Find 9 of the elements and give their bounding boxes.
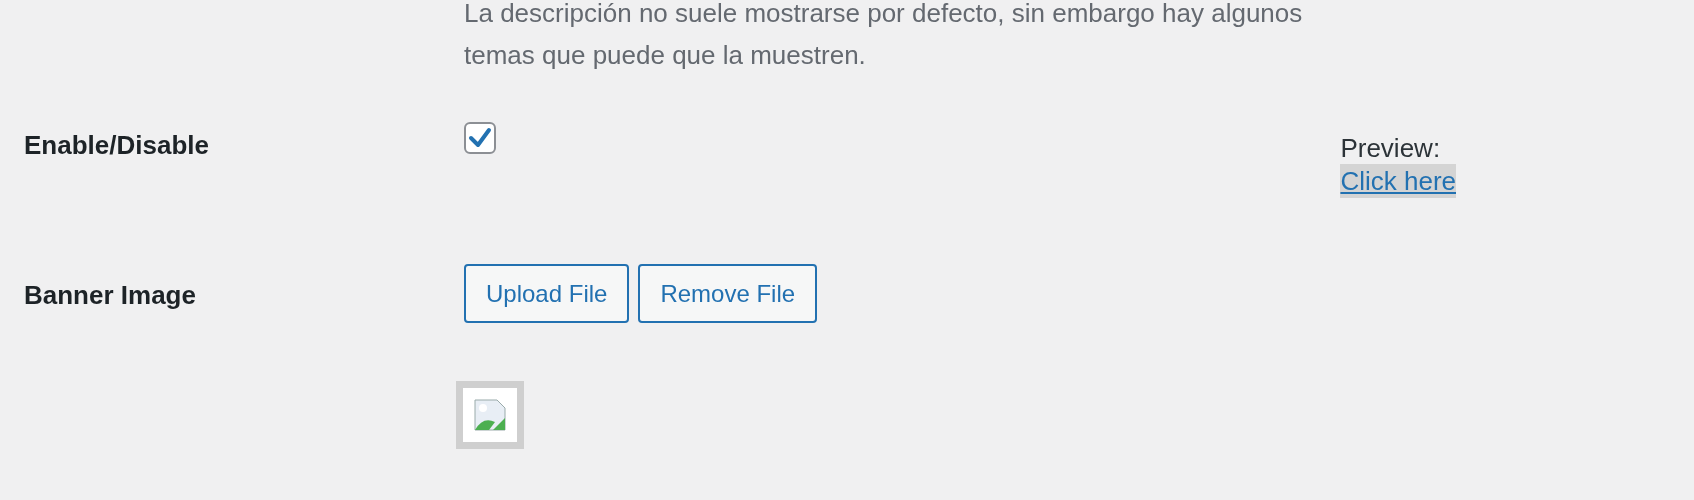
- preview-link[interactable]: Click here: [1340, 164, 1456, 198]
- broken-image-icon: [456, 381, 524, 449]
- file-button[interactable]: Remove File: [638, 264, 818, 323]
- description-text: La descripción no suele mostrarse por defecto, sin embargo hay algunos temas que puede que la muestren.: [464, 0, 1304, 72]
- field-label: Banner Image: [23, 279, 197, 312]
- preview-label: Preview:: [1340, 132, 1442, 164]
- file-button[interactable]: Upload File: [464, 264, 630, 323]
- field-label: Enable/Disable: [23, 129, 210, 162]
- enable-checkbox[interactable]: [464, 122, 496, 154]
